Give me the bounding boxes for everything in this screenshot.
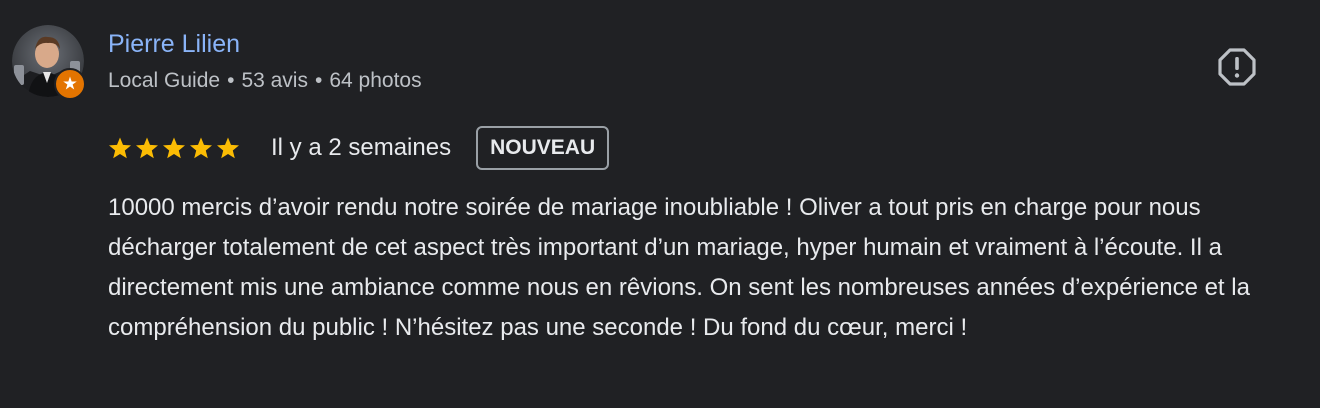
star-icon [109,137,131,159]
star-icon [136,137,158,159]
author-avatar[interactable] [12,25,86,100]
report-review-button[interactable] [1214,44,1260,90]
author-name-link[interactable]: Pierre Lilien [108,29,240,59]
author-review-count: 53 avis [241,69,308,92]
meta-separator: • [314,69,323,92]
review-text: 10000 mercis d’avoir rendu notre soirée … [108,194,1250,341]
review-card: Pierre Lilien Local Guide • 53 avis • 64 pho… [0,0,1320,408]
author-photo-count: 64 photos [329,69,422,92]
meta-separator: • [227,69,235,92]
star-icon [190,137,212,159]
local-guide-badge-icon [54,68,86,100]
author-role: Local Guide [108,69,221,92]
star-icon [217,137,239,159]
new-badge: NOUVEAU [476,126,610,170]
report-flag-icon [1218,48,1256,86]
review-date: Il y a 2 semaines [271,134,452,161]
star-rating [108,136,244,160]
author-meta: Local Guide • 53 avis • 64 photos [108,67,422,95]
star-icon [163,137,185,159]
rating-row: Il y a 2 semaines NOUVEAU [108,124,610,172]
